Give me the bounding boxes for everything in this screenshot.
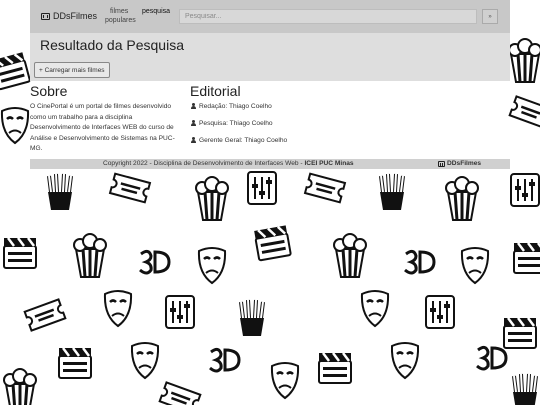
- footer-brand[interactable]: DDsFilmes: [438, 160, 481, 167]
- editorial-title: Editorial: [190, 83, 241, 99]
- sobre-text: O CinePortal é um portal de filmes desen…: [30, 103, 175, 152]
- nav-link-filmes[interactable]: filmes: [110, 7, 128, 16]
- load-more-button[interactable]: + Carregar mais filmes: [34, 62, 110, 78]
- page-container: DDsFilmes filmes populares pesquisa » Re…: [30, 0, 510, 169]
- nav-link-pesquisa[interactable]: pesquisa: [142, 7, 170, 16]
- editorial-item-text: Redação: Thiago Coelho: [199, 102, 272, 110]
- results-panel: Resultado da Pesquisa + Carregar mais fi…: [30, 33, 510, 81]
- brand-name: DDsFilmes: [53, 11, 97, 21]
- sobre-section: Sobre O CinePortal é um portal de filmes…: [30, 83, 180, 155]
- search-input[interactable]: [179, 9, 477, 24]
- user-icon: [190, 103, 196, 109]
- editorial-item-text: Pesquisa: Thiago Coelho: [199, 119, 273, 127]
- page-title: Resultado da Pesquisa: [40, 37, 184, 53]
- editorial-item: Gerente Geral: Thiago Coelho: [190, 135, 390, 145]
- editorial-item: Pesquisa: Thiago Coelho: [190, 118, 390, 128]
- brand-logo[interactable]: DDsFilmes: [41, 11, 97, 21]
- nav-link-populares[interactable]: populares: [105, 16, 136, 25]
- footer-brand-name: DDsFilmes: [447, 160, 482, 167]
- editorial-section: Editorial Redação: Thiago Coelho Pesquis…: [190, 83, 390, 145]
- search-button[interactable]: »: [482, 9, 498, 24]
- footer: Copyright 2022 - Disciplina de Desenvolv…: [30, 159, 510, 169]
- copyright-text: Copyright 2022 - Disciplina de Desenvolv…: [103, 160, 305, 167]
- editorial-item-text: Gerente Geral: Thiago Coelho: [199, 136, 288, 144]
- film-icon: [41, 12, 50, 20]
- navbar: DDsFilmes filmes populares pesquisa »: [30, 0, 510, 33]
- editorial-item: Redação: Thiago Coelho: [190, 101, 390, 111]
- user-icon: [190, 137, 196, 143]
- sobre-title: Sobre: [30, 83, 68, 99]
- footer-copyright: Copyright 2022 - Disciplina de Desenvolv…: [103, 160, 354, 167]
- film-icon: [438, 160, 445, 167]
- user-icon: [190, 120, 196, 126]
- footer-institution: ICEI PUC Minas: [304, 160, 354, 167]
